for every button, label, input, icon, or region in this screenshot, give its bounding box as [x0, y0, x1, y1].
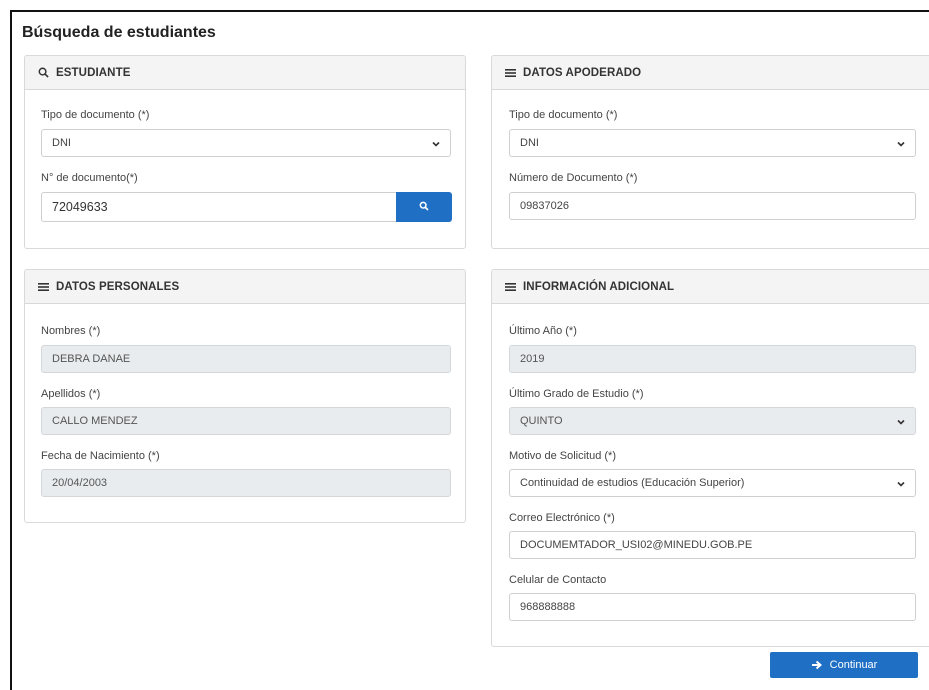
apoderado-num-doc-label: Número de Documento (*) — [509, 172, 638, 184]
nombres-label: Nombres (*) — [41, 325, 101, 337]
estudiante-card: ESTUDIANTE Tipo de documento (*) DNI N° … — [24, 55, 466, 249]
nombres-field[interactable]: DEBRA DANAE — [41, 345, 451, 373]
apoderado-header: DATOS APODERADO — [492, 56, 929, 90]
estudiante-num-doc-input[interactable]: 72049633 — [41, 192, 397, 222]
chevron-down-icon — [896, 139, 906, 149]
grado-value: QUINTO — [520, 415, 563, 427]
continue-button[interactable]: Continuar — [770, 652, 918, 678]
apoderado-tipo-doc-select[interactable]: DNI — [509, 129, 916, 157]
nombres-value: DEBRA DANAE — [52, 353, 131, 365]
list-icon — [37, 280, 50, 293]
personales-header: DATOS PERSONALES — [25, 270, 465, 304]
continue-label: Continuar — [829, 659, 878, 671]
apoderado-tipo-doc-value: DNI — [520, 137, 539, 149]
main-frame: Búsqueda de estudiantes ESTUDIANTE Tipo … — [10, 10, 929, 690]
chevron-down-icon — [896, 417, 906, 427]
estudiante-header: ESTUDIANTE — [25, 56, 465, 90]
adicional-header-label: INFORMACIÓN ADICIONAL — [523, 280, 675, 293]
grado-label: Último Grado de Estudio (*) — [509, 388, 644, 400]
estudiante-num-doc-value: 72049633 — [52, 200, 108, 214]
estudiante-tipo-doc-select[interactable]: DNI — [41, 129, 451, 157]
motivo-label: Motivo de Solicitud (*) — [509, 450, 616, 462]
apellidos-value: CALLO MENDEZ — [52, 415, 138, 427]
correo-value: DOCUMEMTADOR_USI02@MINEDU.GOB.PE — [520, 539, 753, 551]
motivo-select[interactable]: Continuidad de estudios (Educación Super… — [509, 469, 916, 497]
arrow-right-icon — [811, 660, 822, 670]
correo-label: Correo Electrónico (*) — [509, 512, 615, 524]
chevron-down-icon — [896, 479, 906, 489]
apoderado-num-doc-value: 09837026 — [520, 200, 569, 212]
search-icon — [37, 66, 50, 79]
ultimo-anio-field[interactable]: 2019 — [509, 345, 916, 373]
estudiante-tipo-doc-label: Tipo de documento (*) — [41, 109, 150, 121]
fecha-nacimiento-label: Fecha de Nacimiento (*) — [41, 450, 160, 462]
search-button[interactable] — [396, 192, 452, 222]
ultimo-anio-value: 2019 — [520, 353, 545, 365]
page-title: Búsqueda de estudiantes — [22, 24, 216, 41]
adicional-header: INFORMACIÓN ADICIONAL — [492, 270, 929, 304]
correo-input[interactable]: DOCUMEMTADOR_USI02@MINEDU.GOB.PE — [509, 531, 916, 559]
celular-input[interactable]: 968888888 — [509, 593, 916, 621]
motivo-value: Continuidad de estudios (Educación Super… — [520, 477, 745, 489]
grado-select[interactable]: QUINTO — [509, 407, 916, 435]
estudiante-header-label: ESTUDIANTE — [56, 66, 131, 79]
personales-header-label: DATOS PERSONALES — [56, 280, 180, 293]
fecha-nacimiento-value: 20/04/2003 — [52, 477, 108, 489]
fecha-nacimiento-field[interactable]: 20/04/2003 — [41, 469, 451, 497]
apoderado-tipo-doc-label: Tipo de documento (*) — [509, 109, 618, 121]
celular-value: 968888888 — [520, 601, 576, 613]
estudiante-tipo-doc-value: DNI — [52, 137, 71, 149]
list-icon — [504, 280, 517, 293]
chevron-down-icon — [431, 139, 441, 149]
apellidos-field[interactable]: CALLO MENDEZ — [41, 407, 451, 435]
adicional-card: INFORMACIÓN ADICIONAL Último Año (*) 201… — [491, 269, 929, 647]
celular-label: Celular de Contacto — [509, 574, 607, 586]
apoderado-card: DATOS APODERADO Tipo de documento (*) DN… — [491, 55, 929, 249]
personales-card: DATOS PERSONALES Nombres (*) DEBRA DANAE… — [24, 269, 466, 523]
list-icon — [504, 66, 517, 79]
search-icon — [419, 198, 429, 216]
apoderado-num-doc-input[interactable]: 09837026 — [509, 192, 916, 220]
estudiante-num-doc-label: N° de documento(*) — [41, 172, 138, 184]
apellidos-label: Apellidos (*) — [41, 388, 101, 400]
ultimo-anio-label: Último Año (*) — [509, 325, 577, 337]
apoderado-header-label: DATOS APODERADO — [523, 66, 642, 79]
